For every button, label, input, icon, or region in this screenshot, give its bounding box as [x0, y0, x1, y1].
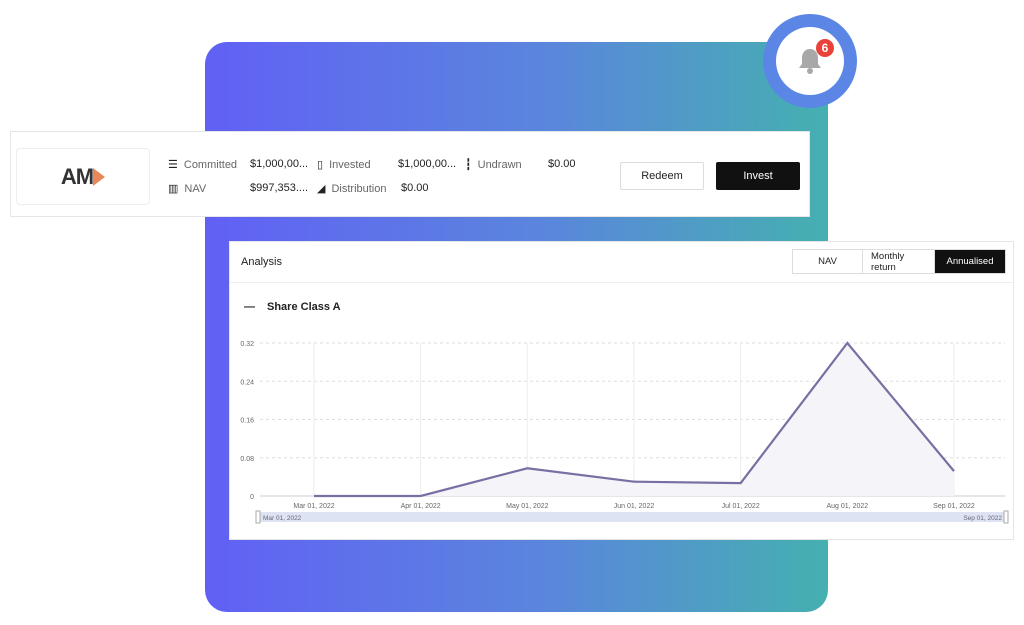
x-tick-label: Apr 01, 2022	[401, 503, 441, 510]
document-icon: ▯	[317, 159, 324, 171]
stat-invested: ▯ Invested	[317, 158, 371, 172]
bar-chart-icon: ▥	[168, 183, 179, 195]
x-tick-label: May 01, 2022	[506, 503, 549, 510]
range-handle-left[interactable]	[255, 510, 261, 524]
committed-value: $1,000,00...	[250, 158, 309, 170]
sliders-icon: ☰	[168, 159, 178, 171]
y-tick-label: 0.32	[240, 341, 254, 348]
y-tick-label: 0.08	[240, 456, 254, 463]
stat-distribution: ◢ Distribution	[317, 182, 387, 196]
stat-committed: ☰ Committed	[168, 158, 238, 172]
notification-badge: 6	[816, 39, 834, 57]
invest-button[interactable]: Invest	[716, 162, 800, 190]
analysis-panel: Analysis NAV Monthly return Annualised —…	[229, 241, 1014, 540]
annualised-chart: 0 0.08 0.16 0.24 0.32 Mar 01, 2022 Apr 01, 202…	[240, 341, 1009, 524]
x-tick-label: Aug 01, 2022	[827, 503, 869, 510]
fund-summary-card: AM ☰ Committed $1,000,00... ▯ Invested $1,…	[10, 131, 810, 217]
growth-chart-icon: ◢	[317, 183, 326, 195]
x-tick-label: Sep 01, 2022	[933, 503, 975, 510]
y-tick-label: 0.16	[240, 418, 254, 425]
stat-undrawn: ┇ Undrawn	[465, 158, 522, 172]
stat-nav: ▥ NAV	[168, 182, 207, 196]
range-handle-right[interactable]	[1003, 510, 1009, 524]
nav-value: $997,353....	[250, 182, 309, 194]
range-end-label: Sep 01, 2022	[963, 515, 1002, 522]
x-tick-label: Jun 01, 2022	[614, 503, 655, 510]
fund-logo: AM	[16, 148, 150, 205]
range-slider-track	[258, 512, 1006, 522]
invested-value: $1,000,00...	[398, 158, 457, 170]
x-tick-label: Mar 01, 2022	[293, 503, 334, 510]
undrawn-value: $0.00	[548, 158, 576, 170]
x-tick-label: Jul 01, 2022	[722, 503, 760, 510]
notification-button[interactable]: 6	[763, 14, 857, 108]
candlestick-icon: ┇	[465, 159, 472, 171]
redeem-button[interactable]: Redeem	[620, 162, 704, 190]
y-tick-label: 0	[250, 494, 254, 501]
range-start-label: Mar 01, 2022	[263, 515, 302, 522]
distribution-value: $0.00	[401, 182, 429, 194]
y-tick-label: 0.24	[240, 379, 254, 386]
